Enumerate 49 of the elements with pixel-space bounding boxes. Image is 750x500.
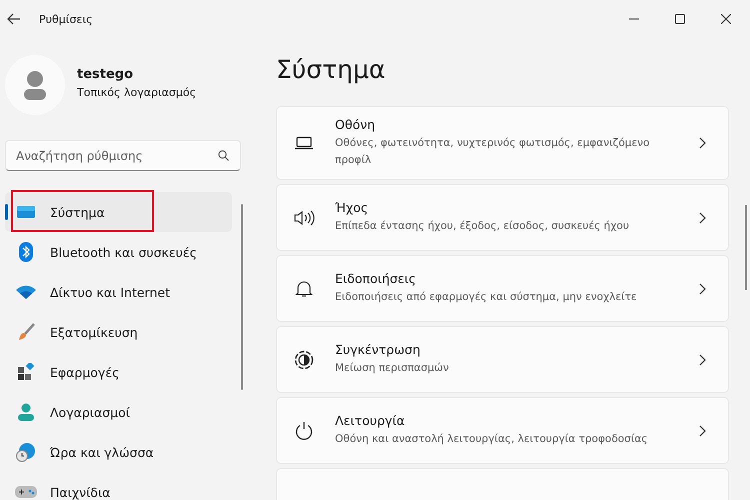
speaker-icon <box>293 210 315 226</box>
settings-card[interactable]: Ήχος Επίπεδα έντασης ήχου, έξοδος, είσοδος, συσκευές ήχου <box>276 184 729 251</box>
avatar-icon <box>5 55 65 115</box>
page-title: Σύστημα <box>276 54 386 86</box>
card-description: Ειδοποιήσεις από εφαρμογές και σύστημα, μην ενοχλείτε <box>335 290 638 305</box>
globe-clock-icon <box>15 442 37 462</box>
gamepad-icon <box>15 485 37 499</box>
maximize-icon[interactable] <box>675 14 685 24</box>
apps-icon <box>15 363 37 381</box>
nav-item[interactable]: Bluetooth και συσκευές <box>5 232 232 272</box>
user-name: testego <box>77 67 134 82</box>
nav-item[interactable]: Λογαριασμοί <box>5 392 232 432</box>
chevron-right-icon <box>699 354 706 366</box>
chevron-right-icon <box>699 212 706 224</box>
chevron-right-icon <box>699 424 706 436</box>
account-type: Τοπικός λογαριασμός <box>77 86 196 99</box>
card-description: Μείωση περισπασμών <box>335 361 450 376</box>
back-arrow-icon[interactable] <box>7 13 21 25</box>
power-icon <box>293 421 315 440</box>
card-description: Επίπεδα έντασης ήχου, έξοδος, είσοδος, συσκευές ήχου <box>335 219 630 234</box>
card-description: Οθόνες, φωτεινότητα, νυχτερινός φωτισμός, εμφανιζόμενο προφίλ <box>335 136 651 168</box>
wifi-icon <box>15 284 37 300</box>
nav-item[interactable]: Εφαρμογές <box>5 352 232 392</box>
settings-card[interactable]: Λειτουργία Οθόνη και αναστολή λειτουργίας, λειτουργία τροφοδοσίας <box>276 397 729 464</box>
chevron-right-icon <box>699 282 706 294</box>
search-field[interactable]: Αναζήτηση ρύθμισης <box>5 140 241 171</box>
nav-item[interactable]: Ώρα και γλώσσα <box>5 432 232 472</box>
card-description: Οθόνη και αναστολή λειτουργίας, λειτουργία τροφοδοσίας <box>335 432 649 447</box>
card-title: Ειδοποιήσεις <box>335 271 417 286</box>
nav-item[interactable]: Εξατομίκευση <box>5 312 232 352</box>
close-icon[interactable] <box>721 14 731 24</box>
settings-card[interactable]: Συγκέντρωση Μείωση περισπασμών <box>276 326 729 393</box>
card-title: Ήχος <box>335 200 370 215</box>
settings-card[interactable]: Ειδοποιήσεις Ειδοποιήσεις από εφαρμογές και σύστημα, μην ενοχλείτε <box>276 255 729 322</box>
laptop-icon <box>293 136 315 150</box>
search-icon <box>218 150 229 161</box>
card-title: Συγκέντρωση <box>335 342 422 357</box>
chevron-right-icon <box>699 137 706 149</box>
card-title: Λειτουργία <box>335 413 406 428</box>
nav-item[interactable]: Δίκτυο και Internet <box>5 272 232 312</box>
person-icon <box>15 403 37 421</box>
window-title: Ρυθμίσεις <box>39 12 93 26</box>
settings-card[interactable]: Οθόνη Οθόνες, φωτεινότητα, νυχτερινός φωτισμός, εμφανιζόμενο προφίλ <box>276 106 729 180</box>
bell-icon <box>293 280 315 298</box>
card-title: Οθόνη <box>335 117 376 132</box>
nav-item[interactable]: Σύστημα <box>5 192 232 232</box>
nav-item[interactable]: Παιχνίδια <box>5 472 232 500</box>
focus-icon <box>293 350 315 370</box>
monitor-icon <box>15 204 37 220</box>
